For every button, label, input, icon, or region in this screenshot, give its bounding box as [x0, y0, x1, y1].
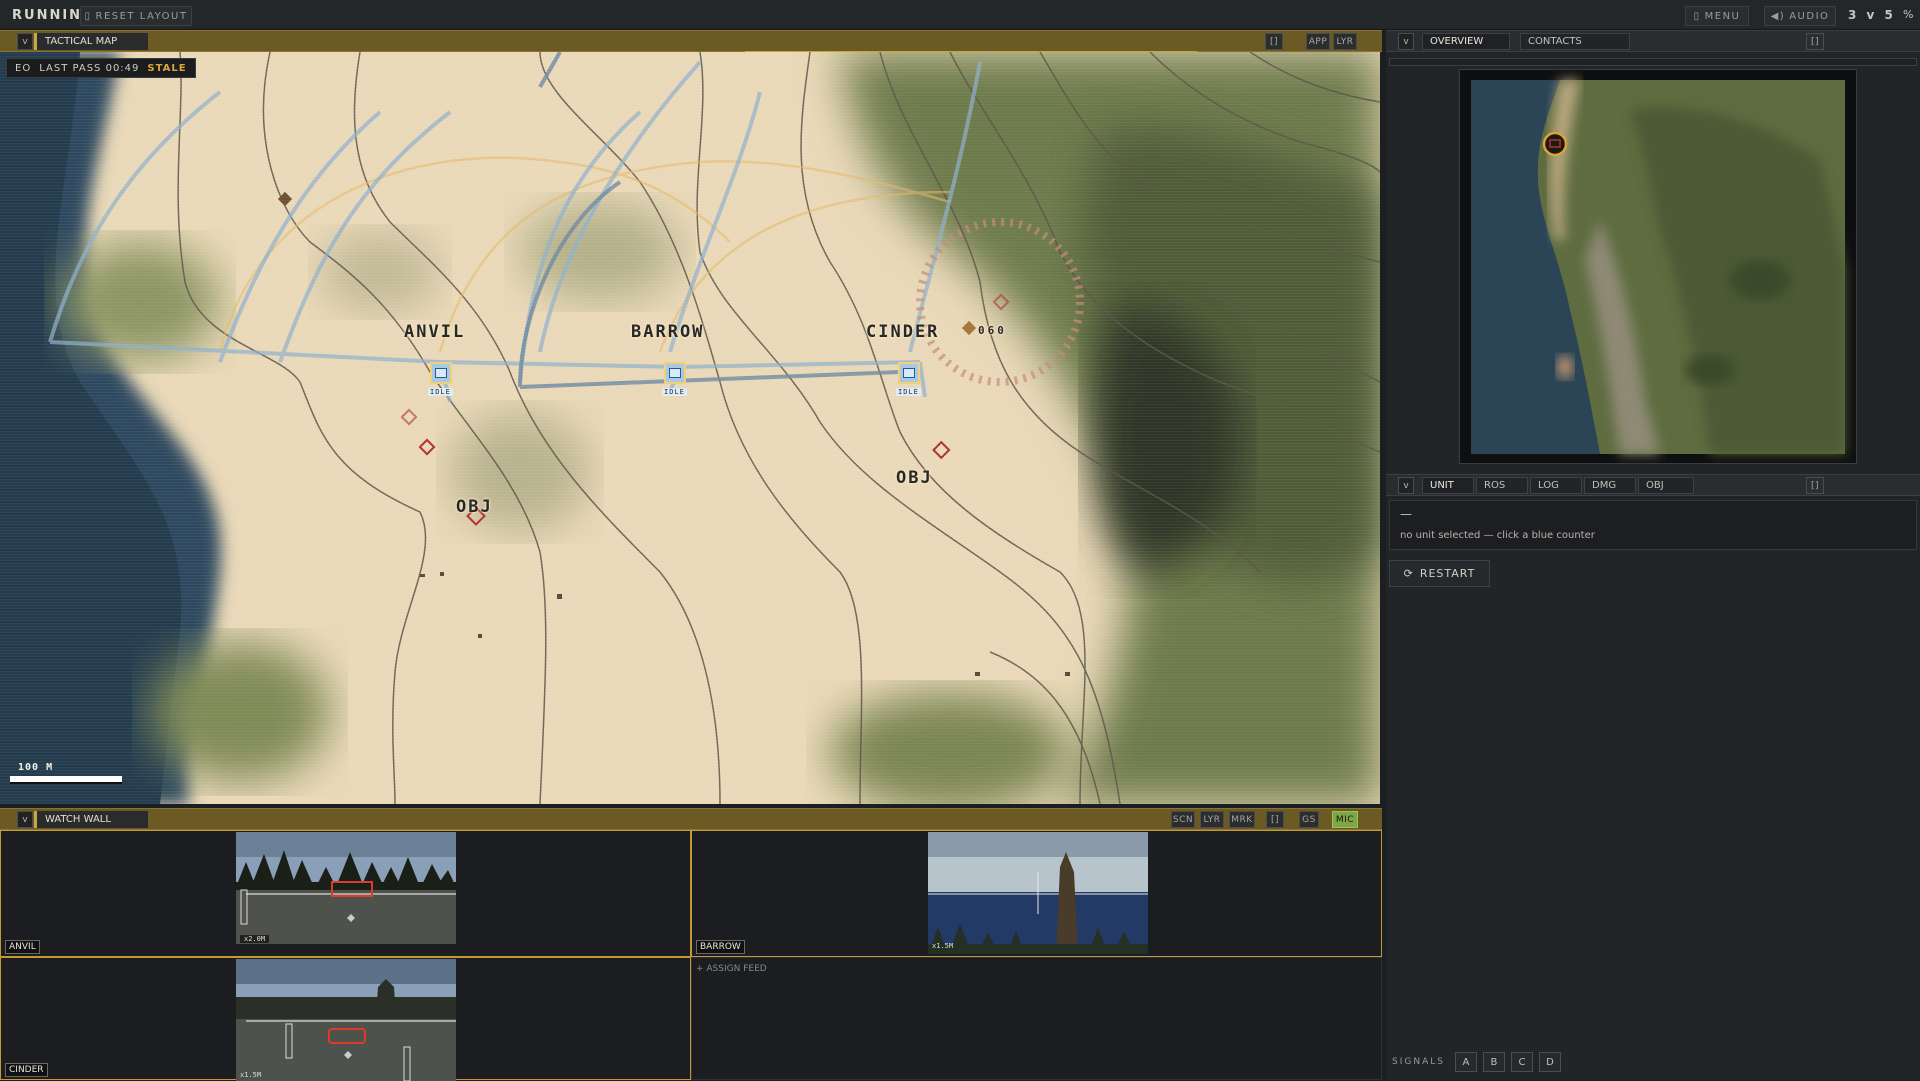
collapse-tactical-button[interactable]: v	[17, 33, 33, 50]
restart-icon: ⟳	[1403, 567, 1414, 580]
feed-zoom-cinder: x1.5M	[240, 1071, 262, 1079]
eo-sensor: EO	[15, 62, 32, 74]
map-scale: 100 M	[10, 762, 122, 784]
eo-stale: STALE	[147, 62, 187, 74]
watch-wall-header: v WATCH WALL SCN LYR MRK [] GS MIC	[0, 808, 1382, 830]
signal-d-button[interactable]: D	[1538, 1052, 1561, 1072]
overview-header: v OVERVIEW CONTACTS []	[1386, 30, 1920, 52]
tab-tactical-map[interactable]: TACTICAL MAP	[34, 33, 148, 50]
menu-button[interactable]: ▯ MENU	[1685, 6, 1749, 26]
unit-info-card: — no unit selected — click a blue counte…	[1389, 500, 1917, 550]
overview-minimap[interactable]	[1459, 69, 1857, 464]
tactical-map[interactable]: EO LAST PASS 00:49 STALE ANVIL BARROW CI…	[0, 52, 1380, 804]
unit-counter-cinder[interactable]	[898, 362, 920, 384]
tactical-map-header: v TACTICAL MAP [] APP LYR	[0, 30, 1382, 53]
tab-obj[interactable]: OBJ	[1638, 477, 1694, 494]
tab-watch-wall[interactable]: WATCH WALL	[34, 811, 148, 828]
menu-icon: ▯	[1693, 10, 1701, 22]
signal-c-button[interactable]: C	[1510, 1052, 1533, 1072]
collapse-overview-button[interactable]: v	[1398, 33, 1414, 50]
feed-name-anvil: ANVIL	[5, 940, 40, 954]
unit-counter-anvil[interactable]	[430, 362, 452, 384]
scale-bar	[10, 776, 122, 784]
infantry-icon	[903, 368, 915, 378]
menu-label: MENU	[1704, 10, 1741, 22]
camera-view-barrow: x1.5M	[928, 832, 1148, 954]
unit-state-cinder: IDLE	[896, 388, 921, 396]
camera-view-anvil: x2.0M	[236, 832, 456, 944]
unit-label-cinder: CINDER	[866, 322, 940, 342]
unit-hint: no unit selected — click a blue counter	[1400, 530, 1595, 541]
tab-dmg[interactable]: DMG	[1584, 477, 1636, 494]
infantry-icon	[669, 368, 681, 378]
eo-last-pass: LAST PASS 00:49	[39, 62, 140, 74]
speaker-icon: ◀)	[1770, 10, 1786, 22]
unit-counter-barrow[interactable]	[664, 362, 686, 384]
signal-a-button[interactable]: A	[1454, 1052, 1477, 1072]
feed-barrow[interactable]: x1.5M BARROW	[691, 830, 1382, 957]
feed-cinder[interactable]: x1.5M CINDER	[0, 957, 691, 1081]
audio-button[interactable]: ◀) AUDIO	[1764, 6, 1836, 26]
assign-feed-link[interactable]: + ASSIGN FEED	[696, 964, 767, 974]
contact-bearing: 060	[978, 324, 1007, 337]
overview-toolbar	[1389, 58, 1917, 66]
expand-wall-button[interactable]: []	[1266, 811, 1284, 828]
unit-label-anvil: ANVIL	[404, 322, 466, 342]
lyr-wall-button[interactable]: LYR	[1200, 811, 1224, 828]
reset-layout-button[interactable]: ▯ RESET LAYOUT	[80, 6, 192, 26]
expand-unit-button[interactable]: []	[1806, 477, 1824, 494]
feed-name-barrow: BARROW	[696, 940, 745, 954]
tab-unit[interactable]: UNIT	[1422, 477, 1474, 494]
top-bar: RUNNING ▯ RESET LAYOUT ▯ MENU ◀) AUDIO 3…	[0, 0, 1920, 30]
tab-contacts[interactable]: CONTACTS	[1520, 33, 1630, 50]
feed-name-cinder: CINDER	[5, 1063, 48, 1077]
expand-overview-button[interactable]: []	[1806, 33, 1824, 50]
objective-label-2: OBJ	[896, 468, 933, 488]
reset-icon: ▯	[84, 10, 92, 22]
collapse-watchwall-button[interactable]: v	[17, 811, 33, 828]
infantry-icon	[435, 368, 447, 378]
restart-button[interactable]: ⟳ RESTART	[1389, 560, 1490, 587]
lyr-button[interactable]: LYR	[1333, 33, 1357, 50]
app-button[interactable]: APP	[1306, 33, 1330, 50]
camera-view-cinder: x1.5M	[236, 959, 456, 1081]
score-readout: 3 v 5	[1848, 8, 1896, 22]
terrain-layer	[0, 52, 1380, 804]
feed-slot-empty[interactable]: + ASSIGN FEED	[691, 957, 1382, 1080]
restart-label: RESTART	[1419, 567, 1476, 580]
unit-panel-header: v UNIT ROS LOG DMG OBJ []	[1386, 474, 1920, 496]
unit-state-anvil: IDLE	[428, 388, 453, 396]
reset-layout-label: RESET LAYOUT	[95, 10, 188, 22]
unit-label-barrow: BARROW	[631, 322, 705, 342]
feed-zoom-barrow: x1.5M	[932, 942, 954, 950]
eo-status-badge: EO LAST PASS 00:49 STALE	[6, 58, 196, 78]
unit-name-placeholder: —	[1400, 507, 1412, 521]
collapse-unit-button[interactable]: v	[1398, 477, 1414, 494]
tab-overview[interactable]: OVERVIEW	[1422, 33, 1510, 50]
objective-label-1: OBJ	[456, 497, 493, 517]
signal-b-button[interactable]: B	[1482, 1052, 1505, 1072]
gs-button[interactable]: GS	[1299, 811, 1319, 828]
feed-zoom-anvil: x2.0M	[240, 935, 270, 943]
scn-button[interactable]: SCN	[1171, 811, 1195, 828]
signals-label: SIGNALS	[1392, 1057, 1445, 1067]
percent-readout: %	[1903, 8, 1914, 21]
expand-tactical-button[interactable]: []	[1265, 33, 1283, 50]
tab-ros[interactable]: ROS	[1476, 477, 1528, 494]
scale-label: 100 M	[18, 762, 54, 773]
audio-label: AUDIO	[1789, 10, 1830, 22]
tab-log[interactable]: LOG	[1530, 477, 1582, 494]
feed-anvil[interactable]: x2.0M ANVIL	[0, 830, 691, 957]
mic-button[interactable]: MIC	[1332, 811, 1358, 828]
watch-wall: x2.0M ANVIL x1.5M BARROW x1.5M CINDER + …	[0, 830, 1382, 1081]
unit-state-barrow: IDLE	[662, 388, 687, 396]
signals-bar: SIGNALS A B C D	[1392, 1052, 1561, 1072]
mrk-button[interactable]: MRK	[1229, 811, 1255, 828]
